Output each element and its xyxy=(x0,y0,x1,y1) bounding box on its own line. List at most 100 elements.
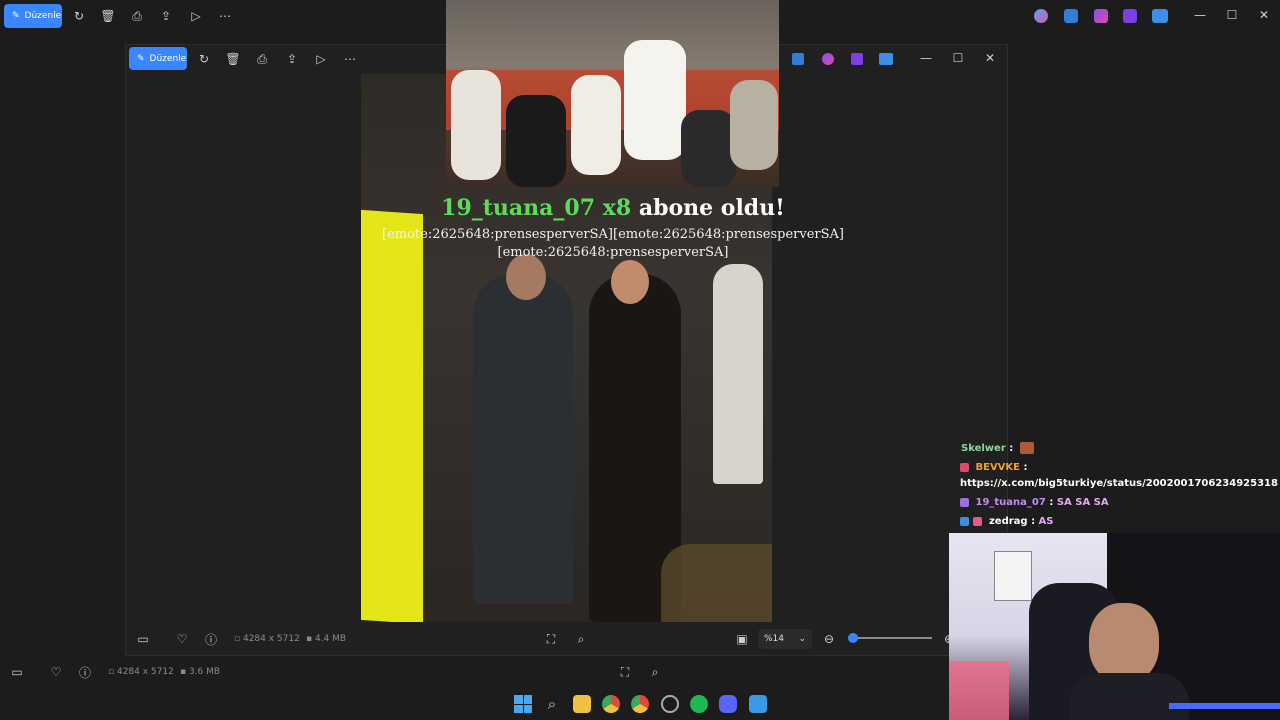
chat-separator: : xyxy=(1031,516,1036,527)
spotify-icon[interactable] xyxy=(690,695,708,713)
image-dimensions: ▫ 4284 x 5712 xyxy=(108,667,174,677)
rotate-icon[interactable]: ↻ xyxy=(195,50,213,68)
share-icon[interactable]: ⇪ xyxy=(157,7,175,25)
led-strip xyxy=(1169,703,1280,709)
onedrive-icon[interactable] xyxy=(879,53,893,65)
sub-alert-message-line: [emote:2625648:prensesperverSA] xyxy=(497,245,729,260)
delete-icon[interactable]: 🗑 xyxy=(99,7,117,25)
visual-search-icon[interactable]: ⌕ xyxy=(572,630,590,648)
designer-icon[interactable] xyxy=(822,53,834,65)
edit-button-label: Düzenle xyxy=(149,53,187,64)
badge-icon xyxy=(960,516,969,526)
edit-button-label: Düzenle xyxy=(24,11,62,21)
badge-icon xyxy=(960,462,969,472)
windows-start-icon[interactable] xyxy=(514,695,532,713)
face-right xyxy=(611,260,649,304)
copilot-icon[interactable] xyxy=(1034,9,1048,23)
more-options-icon[interactable]: ⋯ xyxy=(216,7,234,25)
emote-icon xyxy=(1019,442,1034,454)
chat-text: AS xyxy=(1038,516,1054,527)
person xyxy=(681,110,736,187)
paint-icon[interactable] xyxy=(792,53,804,65)
badge-icon xyxy=(960,497,969,507)
person xyxy=(506,95,566,187)
visual-search-icon[interactable]: ⌕ xyxy=(646,663,664,681)
maximize-icon[interactable]: ☐ xyxy=(1222,8,1242,22)
rotate-icon[interactable]: ↻ xyxy=(70,7,88,25)
file-size: ▪ 4.4 MB xyxy=(306,634,347,644)
taskbar xyxy=(0,690,949,720)
chrome-icon[interactable] xyxy=(602,695,620,713)
zoom-slider-track[interactable] xyxy=(852,637,932,639)
delete-icon[interactable]: 🗑 xyxy=(224,50,242,68)
discord-icon[interactable] xyxy=(719,695,737,713)
chevron-down-icon: ⌄ xyxy=(798,634,806,644)
gold-object xyxy=(661,544,772,622)
minimize-icon[interactable]: — xyxy=(916,51,936,65)
chat-separator: : xyxy=(1049,497,1054,508)
minimize-icon[interactable]: — xyxy=(1190,8,1210,22)
webcam-top xyxy=(446,0,779,187)
person xyxy=(571,75,621,175)
zoom-select[interactable]: %14 ⌄ xyxy=(758,629,812,649)
clipchamp-icon[interactable] xyxy=(851,53,863,65)
file-size: ▪ 3.6 MB xyxy=(180,667,221,677)
favorite-icon[interactable]: ♡ xyxy=(47,663,65,681)
filmstrip-icon[interactable]: ▭ xyxy=(134,630,152,648)
close-icon[interactable]: ✕ xyxy=(1254,8,1274,22)
chat-message: Skelwer : xyxy=(961,442,1034,454)
fit-icon[interactable]: ▣ xyxy=(733,630,751,648)
chat-message-text[interactable]: https://x.com/big5turkiye/status/2002001… xyxy=(960,478,1278,489)
badge-icon xyxy=(973,516,983,526)
filmstrip-icon[interactable]: ▭ xyxy=(8,663,26,681)
more-options-icon[interactable]: ⋯ xyxy=(341,50,359,68)
search-icon[interactable]: ⌕ xyxy=(543,695,561,713)
slideshow-icon[interactable]: ▷ xyxy=(187,7,205,25)
poster xyxy=(994,551,1032,601)
crop-icon[interactable]: ⛶ xyxy=(616,663,634,681)
maximize-icon[interactable]: ☐ xyxy=(948,51,968,65)
sub-alert-message-line: [emote:2625648:prensesperverSA][emote:26… xyxy=(382,227,844,242)
zoom-value: %14 xyxy=(764,634,785,644)
edit-button[interactable]: ✎ Düzenle xyxy=(4,4,62,28)
chat-text: SA SA SA xyxy=(1056,497,1109,508)
designer-icon[interactable] xyxy=(1094,9,1108,23)
share-icon[interactable]: ⇪ xyxy=(283,50,301,68)
sub-alert-action: abone oldu! xyxy=(638,195,785,221)
favorite-icon[interactable]: ♡ xyxy=(173,630,191,648)
chat-username: Skelwer xyxy=(961,443,1006,454)
chat-message: 19_tuana_07 : SA SA SA xyxy=(960,497,1109,508)
paint-icon[interactable] xyxy=(1064,9,1078,23)
slideshow-icon[interactable]: ▷ xyxy=(312,50,330,68)
clipchamp-icon[interactable] xyxy=(1123,9,1137,23)
person xyxy=(730,80,778,170)
chat-username: BEVVKE xyxy=(975,462,1020,473)
photos-icon[interactable] xyxy=(749,695,767,713)
yellow-banner xyxy=(361,209,423,622)
inner-edit-button[interactable]: ✎ Düzenle xyxy=(129,47,187,70)
chat-separator: : xyxy=(1023,462,1028,473)
print-icon[interactable]: ⎙ xyxy=(128,7,146,25)
image-dimensions: ▫ 4284 x 5712 xyxy=(234,634,300,644)
streamer-face xyxy=(1089,603,1159,683)
zoom-slider-thumb[interactable] xyxy=(848,633,858,643)
chat-message: BEVVKE : xyxy=(960,462,1027,473)
info-icon[interactable]: ⓘ xyxy=(76,663,94,681)
print-icon[interactable]: ⎙ xyxy=(253,50,271,68)
chat-username: zedrag xyxy=(988,516,1028,527)
onedrive-icon[interactable] xyxy=(1152,9,1168,23)
sub-alert-title: 19_tuana_07 x8 abone oldu! xyxy=(361,195,865,221)
zoom-out-icon[interactable]: ⊖ xyxy=(820,630,838,648)
chat-message: zedrag : AS xyxy=(960,516,1054,527)
person xyxy=(624,40,686,160)
streamer-webcam xyxy=(949,533,1280,720)
file-explorer-icon[interactable] xyxy=(573,695,591,713)
chrome-icon[interactable] xyxy=(631,695,649,713)
crop-icon[interactable]: ⛶ xyxy=(542,630,560,648)
chat-separator: : xyxy=(1009,443,1014,454)
app-icon[interactable] xyxy=(661,695,679,713)
close-icon[interactable]: ✕ xyxy=(980,51,1000,65)
edit-icon: ✎ xyxy=(12,11,20,21)
sub-alert-message: [emote:2625648:prensesperverSA][emote:26… xyxy=(361,226,865,262)
info-icon[interactable]: ⓘ xyxy=(202,630,220,648)
